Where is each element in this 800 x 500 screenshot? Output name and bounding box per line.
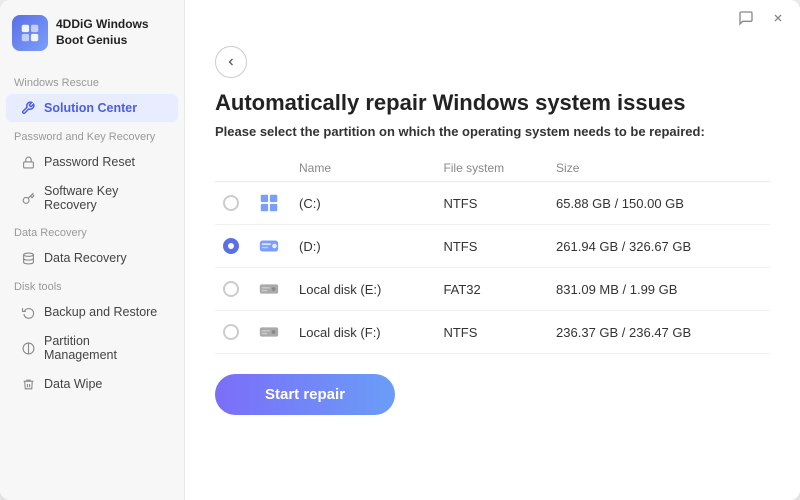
table-row[interactable]: (C:) NTFS 65.88 GB / 150.00 GB: [215, 182, 770, 225]
backup-icon: [20, 304, 36, 320]
sidebar-item-partition-management[interactable]: Partition Management: [6, 328, 178, 368]
row-name: Local disk (E:): [291, 268, 435, 311]
table-row[interactable]: Local disk (E:) FAT32 831.09 MB / 1.99 G…: [215, 268, 770, 311]
radio-button[interactable]: [223, 281, 239, 297]
content-area: Automatically repair Windows system issu…: [185, 36, 800, 500]
section-disk-tools: Disk tools: [0, 273, 184, 297]
key-icon: [20, 190, 36, 206]
sidebar-item-label: Password Reset: [44, 155, 135, 169]
sidebar-item-data-wipe[interactable]: Data Wipe: [6, 370, 178, 398]
row-name: Local disk (F:): [291, 311, 435, 354]
row-size: 261.94 GB / 326.67 GB: [548, 225, 770, 268]
col-select: [215, 155, 247, 182]
app-logo: 4DDiG Windows Boot Genius: [0, 15, 184, 69]
titlebar: [185, 0, 800, 36]
sidebar-item-data-recovery[interactable]: Data Recovery: [6, 244, 178, 272]
row-disk-icon: [247, 182, 291, 225]
partition-table: Name File system Size (C:) NTFS 65.88 GB…: [215, 155, 770, 354]
sidebar-item-label: Partition Management: [44, 334, 164, 362]
sidebar-item-label: Backup and Restore: [44, 305, 157, 319]
col-name: Name: [291, 155, 435, 182]
back-button[interactable]: [215, 46, 247, 78]
col-size: Size: [548, 155, 770, 182]
main-content: Automatically repair Windows system issu…: [185, 0, 800, 500]
section-windows-rescue: Windows Rescue: [0, 69, 184, 93]
section-data-recovery: Data Recovery: [0, 219, 184, 243]
page-title: Automatically repair Windows system issu…: [215, 90, 770, 116]
table-row[interactable]: Local disk (F:) NTFS 236.37 GB / 236.47 …: [215, 311, 770, 354]
row-select[interactable]: [215, 268, 247, 311]
col-filesystem: File system: [435, 155, 548, 182]
sidebar-item-password-reset[interactable]: Password Reset: [6, 148, 178, 176]
row-select[interactable]: [215, 182, 247, 225]
feedback-button[interactable]: [734, 6, 758, 30]
sidebar-item-label: Software Key Recovery: [44, 184, 164, 212]
sidebar-item-software-key-recovery[interactable]: Software Key Recovery: [6, 178, 178, 218]
radio-button[interactable]: [223, 195, 239, 211]
wipe-icon: [20, 376, 36, 392]
row-name: (C:): [291, 182, 435, 225]
start-repair-button[interactable]: Start repair: [215, 374, 395, 415]
sidebar: 4DDiG Windows Boot Genius Windows Rescue…: [0, 0, 185, 500]
close-button[interactable]: [766, 6, 790, 30]
lock-icon: [20, 154, 36, 170]
sidebar-item-backup-restore[interactable]: Backup and Restore: [6, 298, 178, 326]
row-filesystem: NTFS: [435, 225, 548, 268]
radio-button[interactable]: [223, 238, 239, 254]
row-disk-icon: [247, 225, 291, 268]
logo-text: 4DDiG Windows Boot Genius: [56, 17, 149, 48]
logo-icon: [12, 15, 48, 51]
sidebar-item-label: Data Recovery: [44, 251, 127, 265]
row-filesystem: NTFS: [435, 182, 548, 225]
wrench-icon: [20, 100, 36, 116]
row-select[interactable]: [215, 225, 247, 268]
sidebar-item-solution-center[interactable]: Solution Center: [6, 94, 178, 122]
table-row[interactable]: (D:) NTFS 261.94 GB / 326.67 GB: [215, 225, 770, 268]
row-size: 831.09 MB / 1.99 GB: [548, 268, 770, 311]
app-window: 4DDiG Windows Boot Genius Windows Rescue…: [0, 0, 800, 500]
col-icon: [247, 155, 291, 182]
sidebar-item-label: Data Wipe: [44, 377, 102, 391]
page-subtitle: Please select the partition on which the…: [215, 124, 770, 139]
row-size: 236.37 GB / 236.47 GB: [548, 311, 770, 354]
row-filesystem: NTFS: [435, 311, 548, 354]
row-filesystem: FAT32: [435, 268, 548, 311]
radio-button[interactable]: [223, 324, 239, 340]
row-name: (D:): [291, 225, 435, 268]
row-select[interactable]: [215, 311, 247, 354]
data-icon: [20, 250, 36, 266]
row-disk-icon: [247, 311, 291, 354]
row-disk-icon: [247, 268, 291, 311]
row-size: 65.88 GB / 150.00 GB: [548, 182, 770, 225]
section-password-recovery: Password and Key Recovery: [0, 123, 184, 147]
sidebar-item-label: Solution Center: [44, 101, 137, 115]
partition-icon: [20, 340, 36, 356]
